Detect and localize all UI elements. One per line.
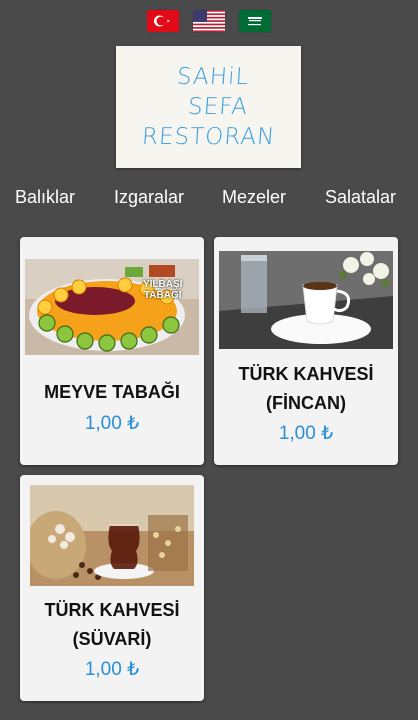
product-price: 1,00 ₺ bbox=[84, 413, 140, 434]
category-mezeler[interactable]: Mezeler bbox=[222, 187, 286, 208]
category-salatalar[interactable]: Salatalar bbox=[325, 187, 396, 208]
category-baliklar[interactable]: Balıklar bbox=[15, 187, 75, 208]
restaurant-logo: SAHiL SEFA RESTORAN bbox=[116, 46, 301, 168]
product-card-meyve-tabagi[interactable]: YILBAŞI TABAĞI MEYVE TABAĞI 1,00 ₺ bbox=[20, 237, 204, 465]
turkish-coffee-cup-image bbox=[219, 251, 393, 349]
turkish-flag-icon[interactable] bbox=[147, 10, 179, 32]
logo-line-2: SEFA bbox=[186, 94, 249, 120]
turkish-coffee-suvari-image bbox=[30, 485, 194, 586]
product-name: MEYVE TABAĞI bbox=[44, 382, 180, 402]
product-card-turk-kahvesi-suvari[interactable]: TÜRK KAHVESİ (SÜVARİ) 1,00 ₺ bbox=[20, 475, 204, 701]
product-name-line-1: TÜRK KAHVESİ bbox=[44, 600, 180, 620]
saudi-flag-icon[interactable] bbox=[239, 10, 271, 32]
category-nav: Balıklar Izgaralar Mezeler Salatalar bbox=[0, 187, 418, 213]
product-name-line-2: (SÜVARİ) bbox=[72, 629, 152, 649]
logo-line-3: RESTORAN bbox=[140, 124, 277, 150]
product-name-line-1: TÜRK KAHVESİ bbox=[238, 364, 374, 384]
fruit-plate-image: YILBAŞI TABAĞI bbox=[25, 259, 199, 355]
usa-flag-icon[interactable] bbox=[193, 10, 225, 32]
overlay-text-line-2: TABAĞI bbox=[143, 290, 182, 301]
product-price: 1,00 ₺ bbox=[278, 423, 334, 444]
category-izgaralar[interactable]: Izgaralar bbox=[114, 187, 184, 208]
product-price: 1,00 ₺ bbox=[84, 659, 140, 680]
logo-line-1: SAHiL bbox=[176, 64, 251, 90]
product-card-turk-kahvesi-fincan[interactable]: TÜRK KAHVESİ (FİNCAN) 1,00 ₺ bbox=[214, 237, 398, 465]
fruit-plate-overlay-text: YILBAŞI TABAĞI bbox=[143, 279, 182, 301]
overlay-text-line-1: YILBAŞI bbox=[143, 279, 183, 290]
product-name-line-2: (FİNCAN) bbox=[266, 393, 346, 413]
language-switcher bbox=[0, 10, 418, 32]
